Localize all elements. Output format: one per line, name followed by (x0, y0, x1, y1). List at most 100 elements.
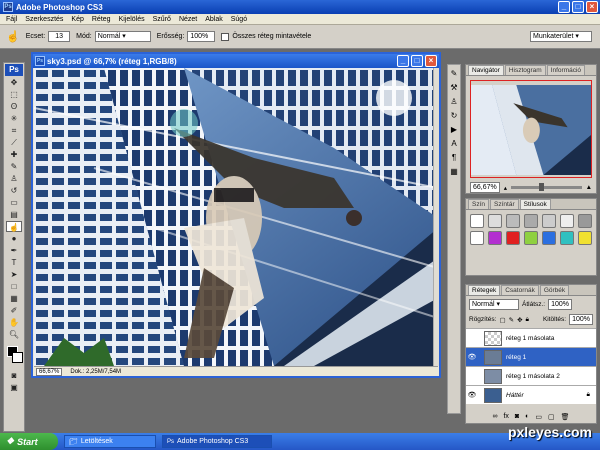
menu-image[interactable]: Kép (71, 16, 83, 23)
eye-icon[interactable]: 👁︎ (466, 353, 478, 361)
history-brush-tool-icon[interactable]: ↺ (6, 185, 22, 196)
close-button[interactable]: × (586, 1, 598, 13)
tab-swatches[interactable]: Színtár (490, 199, 519, 209)
brush-size-picker[interactable]: 13 (48, 31, 71, 42)
document-canvas[interactable] (34, 68, 438, 366)
dodge-tool-icon[interactable]: ● (6, 233, 22, 244)
layer-row[interactable]: réteg 1 másolata (466, 328, 596, 347)
new-layer-icon[interactable]: ▢ (548, 413, 555, 421)
quick-mask-icon[interactable]: ◙ (6, 370, 22, 381)
style-swatch[interactable] (578, 214, 592, 228)
eraser-tool-icon[interactable]: ▭ (6, 197, 22, 208)
maximize-button[interactable]: □ (572, 1, 584, 13)
character-panel-icon[interactable]: A (449, 139, 459, 149)
clone-source-icon[interactable]: ♙ (449, 97, 459, 107)
layer-row[interactable]: 👁︎ réteg 1 (466, 347, 596, 366)
style-swatch[interactable] (524, 214, 538, 228)
taskbar-item-photoshop[interactable]: Ps Adobe Photoshop CS3 (162, 435, 272, 448)
doc-close-button[interactable]: × (425, 55, 437, 67)
marquee-tool-icon[interactable]: ⬚ (6, 89, 22, 100)
start-button[interactable]: ❖ Start (0, 433, 58, 450)
style-swatch[interactable] (524, 231, 538, 245)
style-swatch[interactable] (506, 231, 520, 245)
move-tool-icon[interactable]: ✥ (6, 77, 22, 88)
smudge-tool-icon[interactable]: ☝ (6, 221, 22, 232)
new-group-icon[interactable]: ▭ (535, 413, 542, 421)
eye-icon[interactable]: 👁︎ (466, 391, 478, 399)
type-tool-icon[interactable]: T (6, 257, 22, 268)
smudge-tool-icon[interactable]: ☝ (6, 30, 20, 43)
zoom-tool-icon[interactable]: 🔍︎ (6, 329, 22, 340)
mode-select[interactable]: Normál ▾ (94, 31, 151, 42)
document-vertical-scrollbar[interactable] (433, 68, 439, 366)
style-swatch[interactable] (542, 231, 556, 245)
menu-select[interactable]: Kijelölés (119, 16, 145, 23)
opacity-input[interactable]: 100% (548, 299, 573, 310)
blend-mode-select[interactable]: Normál ▾ (469, 299, 519, 310)
menu-help[interactable]: Súgó (231, 16, 247, 23)
tab-curves[interactable]: Görbék (539, 285, 570, 295)
menu-edit[interactable]: Szerkesztés (25, 16, 63, 23)
fill-input[interactable]: 100% (569, 314, 593, 325)
tab-info[interactable]: Információ (546, 65, 586, 75)
workspace-button[interactable]: Munkaterület ▾ (530, 31, 592, 42)
clone-stamp-tool-icon[interactable]: ♙ (6, 173, 22, 184)
zoom-in-icon[interactable]: ▲ (586, 184, 592, 191)
lock-transparency-icon[interactable]: ▢ (499, 316, 505, 324)
tab-layers[interactable]: Rétegek (468, 285, 501, 295)
lock-pixels-icon[interactable]: ✎ (509, 316, 514, 324)
eyedropper-tool-icon[interactable]: ✐ (6, 305, 22, 316)
delete-layer-icon[interactable]: 🗑︎ (561, 413, 570, 421)
pen-tool-icon[interactable]: ✒ (6, 245, 22, 256)
adjustment-layer-icon[interactable]: ◐ (525, 413, 529, 421)
zoom-out-icon[interactable]: ▴ (504, 184, 507, 192)
style-swatch[interactable] (560, 231, 574, 245)
tool-presets-icon[interactable]: ⚒ (449, 83, 459, 93)
style-swatch[interactable] (506, 214, 520, 228)
hand-tool-icon[interactable]: ✋ (6, 317, 22, 328)
link-layers-icon[interactable]: ∞ (492, 413, 497, 421)
lock-all-icon[interactable]: 🔒︎ (526, 316, 529, 324)
color-swatches[interactable] (6, 344, 23, 366)
navigator-zoom-field[interactable]: 66,67% (470, 182, 500, 193)
background-color-swatch[interactable] (12, 352, 23, 363)
gradient-tool-icon[interactable]: ▤ (6, 209, 22, 220)
crop-tool-icon[interactable]: ⌗ (6, 125, 22, 136)
layer-comps-icon[interactable]: ▦ (449, 167, 459, 177)
tab-styles[interactable]: Stílusok (519, 199, 551, 209)
tab-navigator[interactable]: Navigátor (468, 65, 504, 75)
actions-panel-icon[interactable]: ▶ (449, 125, 459, 135)
brush-tool-icon[interactable]: ✎ (6, 161, 22, 172)
style-swatch[interactable] (560, 214, 574, 228)
tab-color[interactable]: Szín (468, 199, 490, 209)
style-swatch[interactable] (470, 231, 484, 245)
doc-maximize-button[interactable]: □ (411, 55, 423, 67)
menu-filter[interactable]: Szűrő (153, 16, 171, 23)
menu-view[interactable]: Nézet (179, 16, 197, 23)
document-zoom-field[interactable]: 66,67% (36, 367, 63, 376)
style-swatch[interactable] (578, 231, 592, 245)
lasso-tool-icon[interactable]: ʘ (6, 101, 22, 112)
style-swatch[interactable] (488, 231, 502, 245)
slice-tool-icon[interactable]: ⟋ (6, 137, 22, 148)
minimize-button[interactable]: _ (558, 1, 570, 13)
style-swatch[interactable] (470, 214, 484, 228)
lock-position-icon[interactable]: ✥ (517, 316, 522, 324)
strength-input[interactable]: 100% (187, 31, 216, 42)
screen-mode-icon[interactable]: ▣ (6, 382, 22, 393)
layer-style-icon[interactable]: fx (503, 413, 508, 421)
menu-layer[interactable]: Réteg (92, 16, 111, 23)
notes-tool-icon[interactable]: ▦ (6, 293, 22, 304)
paragraph-panel-icon[interactable]: ¶ (449, 153, 459, 163)
brushes-panel-icon[interactable]: ✎ (449, 69, 459, 79)
navigator-zoom-slider[interactable] (511, 183, 582, 191)
navigator-preview[interactable] (470, 80, 592, 178)
layer-row[interactable]: réteg 1 másolata 2 (466, 366, 596, 385)
style-swatch[interactable] (488, 214, 502, 228)
menu-window[interactable]: Ablak (205, 16, 223, 23)
history-panel-icon[interactable]: ↻ (449, 111, 459, 121)
tab-histogram[interactable]: Hisztogram (504, 65, 546, 75)
style-swatch[interactable] (542, 214, 556, 228)
layer-row[interactable]: 👁︎ Háttér 🔒︎ (466, 385, 596, 404)
magic-wand-tool-icon[interactable]: ✳ (6, 113, 22, 124)
